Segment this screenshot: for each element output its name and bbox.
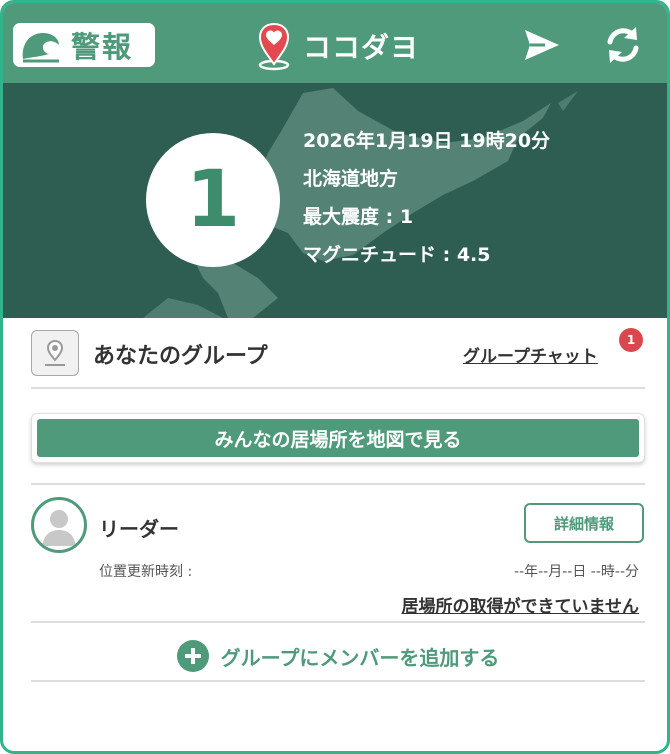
intensity-value: 1 — [185, 155, 241, 245]
add-member-label: グループにメンバーを追加する — [220, 645, 500, 670]
plus-icon — [176, 640, 209, 672]
quake-datetime: 2026年1月19日 19時20分 — [303, 130, 551, 152]
detail-info-button[interactable]: 詳細情報 — [524, 503, 644, 543]
update-time-value: --年--月--日 --時--分 — [514, 564, 639, 580]
quake-summary: 1 2026年1月19日 19時20分 北海道地方 最大震度 : 1 マグニチュ… — [3, 83, 667, 318]
brand: ココダヨ — [253, 21, 419, 71]
map-button-container: みんなの居場所を地図で見る — [31, 413, 645, 463]
member-name: リーダー — [99, 517, 179, 541]
send-icon — [525, 30, 559, 60]
quake-max-intensity: 最大震度 : 1 — [303, 206, 414, 228]
chat-unread-badge: 1 — [619, 328, 643, 352]
add-member-button[interactable]: グループにメンバーを追加する — [31, 635, 645, 677]
quake-region: 北海道地方 — [303, 168, 399, 190]
send-button[interactable] — [519, 23, 563, 67]
group-chat-link[interactable]: グループチャット — [463, 342, 598, 367]
user-icon — [42, 510, 76, 546]
location-pin-icon — [258, 22, 290, 71]
group-title: あなたのグループ — [93, 344, 268, 369]
group-header: あなたのグループ グループチャット 1 — [31, 328, 645, 378]
divider — [31, 387, 645, 389]
update-time-label: 位置更新時刻 : — [99, 564, 193, 580]
app-frame: 警報 ココダヨ 1 2026年1月19日 19時20分 北海道地方 最大震度:… — [0, 0, 670, 754]
alert-label: 警報 — [71, 30, 134, 64]
quake-magnitude: マグニチュード : 4.5 — [303, 244, 491, 266]
divider — [31, 483, 645, 485]
map-pin-icon — [45, 339, 65, 366]
refresh-icon — [607, 27, 639, 63]
group-map-icon-box — [31, 330, 79, 376]
header-bar: 警報 ココダヨ — [3, 3, 667, 83]
view-map-button[interactable]: みんなの居場所を地図で見る — [37, 419, 639, 457]
divider — [31, 621, 645, 623]
intensity-badge: 1 — [146, 133, 280, 267]
refresh-button[interactable] — [601, 23, 645, 67]
alert-badge[interactable]: 警報 — [13, 23, 155, 67]
quake-details: 2026年1月19日 19時20分 北海道地方 最大震度 : 1 マグニチュード… — [303, 127, 550, 279]
divider — [31, 680, 645, 682]
location-status: 居場所の取得ができていません — [401, 597, 640, 617]
avatar — [31, 497, 87, 553]
wave-icon — [22, 33, 59, 63]
app-name: ココダヨ — [303, 31, 420, 64]
